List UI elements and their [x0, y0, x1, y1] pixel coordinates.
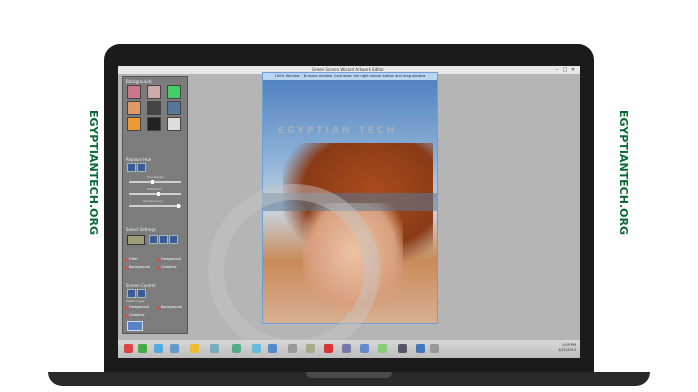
app-icon[interactable] [170, 344, 179, 353]
transparency-label: Transparency [143, 199, 164, 203]
app-icon[interactable] [138, 344, 147, 353]
slider-knob[interactable] [157, 192, 160, 196]
hue-range-slider[interactable] [129, 180, 181, 184]
app-icon[interactable] [252, 344, 261, 353]
color-swatch[interactable] [127, 235, 145, 245]
transparency-slider[interactable] [129, 204, 181, 208]
app-icon[interactable] [288, 344, 297, 353]
app-icon[interactable] [430, 344, 439, 353]
select-button-2[interactable] [159, 235, 168, 244]
screen-button-1[interactable] [127, 289, 136, 298]
reflection-label: Reflection [147, 187, 162, 191]
select-layer-label: Select Layer [126, 299, 145, 303]
app-icon[interactable] [342, 344, 351, 353]
radio-layer-background[interactable]: Background [157, 305, 182, 309]
laptop-notch [306, 372, 392, 378]
radio-layer-combine[interactable]: Combine [125, 313, 145, 317]
slider-knob[interactable] [177, 204, 180, 208]
background-thumb[interactable] [167, 85, 181, 99]
screen-control-title: Screen Control [126, 283, 156, 288]
background-thumb[interactable] [147, 85, 161, 99]
app-icon[interactable] [398, 344, 407, 353]
maximize-button[interactable]: □ [562, 67, 568, 73]
app-icon[interactable] [324, 344, 333, 353]
background-thumb[interactable] [127, 117, 141, 131]
close-button[interactable]: ✕ [570, 67, 576, 73]
select-button-3[interactable] [169, 235, 178, 244]
app-icon[interactable] [378, 344, 387, 353]
hue-button-2[interactable] [137, 163, 146, 172]
background-thumb[interactable] [127, 101, 141, 115]
minimize-button[interactable]: – [554, 67, 560, 73]
app-icon[interactable] [306, 344, 315, 353]
radio-filter[interactable]: Filter [125, 257, 138, 261]
radio-layer-foreground[interactable]: Foreground [125, 305, 149, 309]
select-button-1[interactable] [149, 235, 158, 244]
app-icon[interactable] [360, 344, 369, 353]
system-tray[interactable]: 1:09 PM 1/21/2013 [558, 343, 576, 353]
side-watermark-left: EGYPTIANTECH.ORG [87, 110, 100, 235]
watermark-ring [208, 184, 380, 356]
taskbar: 1:09 PM 1/21/2013 [118, 340, 580, 358]
radio-background[interactable]: Background [125, 265, 150, 269]
app-icon[interactable] [190, 344, 199, 353]
screen-button-2[interactable] [137, 289, 146, 298]
select-settings-title: Select Settings [126, 227, 157, 232]
radio-foreground[interactable]: Foreground [157, 257, 181, 261]
background-thumb[interactable] [147, 117, 161, 131]
hue-button-1[interactable] [127, 163, 136, 172]
replace-hue-title: Replace Hue [126, 157, 152, 162]
side-watermark-right: EGYPTIANTECH.ORG [617, 110, 630, 235]
background-thumb[interactable] [167, 117, 181, 131]
app-icon[interactable] [268, 344, 277, 353]
control-panel: Backgrounds Replace Hue Hue Range Reflec… [122, 76, 188, 334]
preview-button[interactable] [127, 321, 143, 331]
hue-range-label: Hue Range [147, 175, 164, 179]
radio-combine[interactable]: Combine [157, 265, 177, 269]
backgrounds-title: Backgrounds [126, 79, 152, 84]
reflection-slider[interactable] [129, 192, 181, 196]
app-icon[interactable] [416, 344, 425, 353]
background-thumb[interactable] [127, 85, 141, 99]
app-icon[interactable] [210, 344, 219, 353]
app-icon[interactable] [154, 344, 163, 353]
app-icon[interactable] [232, 344, 241, 353]
tray-date: 1/21/2013 [558, 348, 576, 352]
watermark-text: EGYPTIAN TECH [278, 126, 397, 136]
slider-knob[interactable] [151, 180, 154, 184]
photo-caption: 100% Window - To move window, hold down … [263, 73, 437, 80]
background-thumb[interactable] [167, 101, 181, 115]
start-icon[interactable] [124, 344, 133, 353]
screen: Green Screen Wizard Artwork Editor – □ ✕… [118, 66, 580, 358]
background-thumb[interactable] [147, 101, 161, 115]
